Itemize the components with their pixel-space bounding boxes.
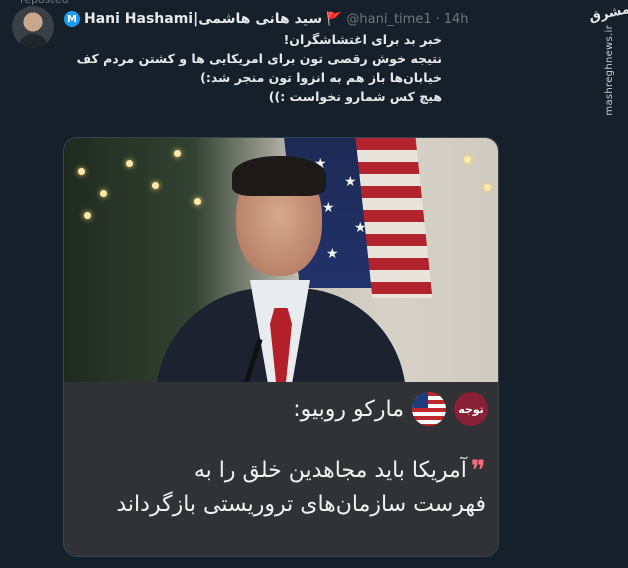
mashregh-watermark: مشرق mashreghnews.ir (587, 2, 628, 124)
quote-text: ❞آمریکا باید مجاهدین خلق را به فهرست ساز… (86, 454, 486, 522)
author-name[interactable]: Hani Hashami|سید هانی هاشمی (84, 11, 322, 27)
tweet-text: خبر بد برای اغتشاشگران! نتیجه خوش رقصی ت… (62, 30, 442, 106)
topic-row: توجه مارکو روبیو: (293, 392, 488, 426)
quote-line: آمریکا باید مجاهدین خلق را به (193, 458, 467, 483)
media-card[interactable]: ★ ★ ★ ★ ★ توجه مارکو روبیو: ❞آمریکا باید… (63, 137, 499, 557)
tag-badge: توجه (454, 392, 488, 426)
tweet-time[interactable]: 14h (444, 12, 469, 27)
quote-line: فهرست سازمان‌های تروریستی بازگرداند (116, 492, 486, 517)
tweet-line: هیچ کس شمارو نخواست :)) (268, 89, 442, 104)
watermark-site: mashreghnews.ir (603, 25, 615, 116)
us-flag-icon (412, 392, 446, 426)
red-flag-icon: 🚩 (326, 11, 343, 27)
dot-separator: · (435, 11, 440, 27)
watermark-logo: مشرق (587, 1, 628, 26)
verified-badge-icon: M (64, 11, 80, 27)
news-photo[interactable]: ★ ★ ★ ★ ★ (64, 138, 498, 382)
tweet-header: M Hani Hashami|سید هانی هاشمی 🚩 @hani_ti… (64, 8, 469, 30)
topic-title: مارکو روبیو: (293, 396, 404, 422)
tweet-line: نتیجه خوش رقصی تون برای امریکایی ها و کش… (76, 51, 442, 85)
tweet-line: خبر بد برای اغتشاشگران! (283, 32, 442, 47)
avatar[interactable] (12, 6, 54, 48)
author-handle[interactable]: @hani_time1 (346, 12, 431, 27)
quote-graphic: توجه مارکو روبیو: ❞آمریکا باید مجاهدین خ… (64, 382, 498, 556)
quote-marks-icon: ❞ (470, 454, 486, 487)
